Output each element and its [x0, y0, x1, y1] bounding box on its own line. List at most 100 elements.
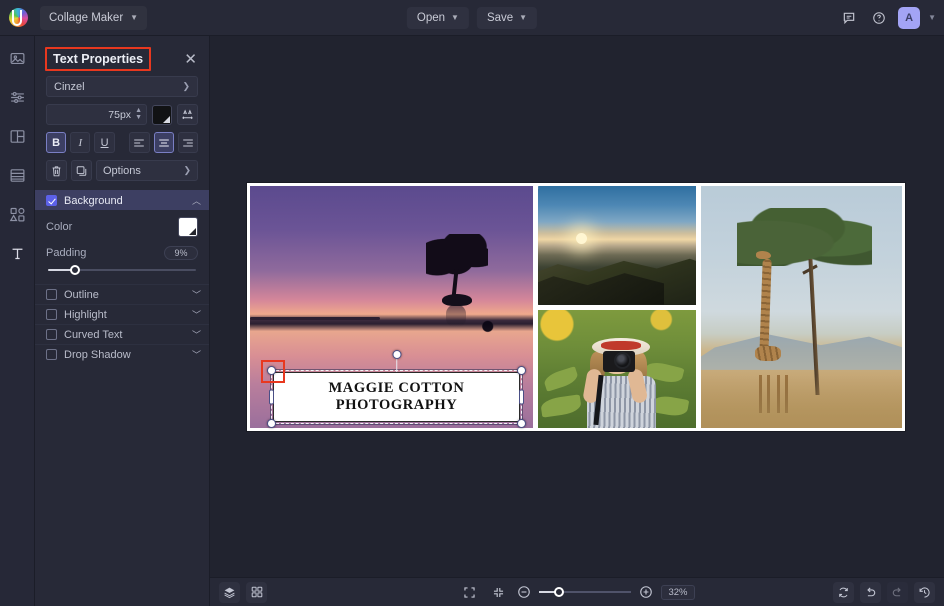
account-chevron-down-icon[interactable]: ▼	[928, 13, 936, 22]
bottom-bar-left	[210, 582, 267, 603]
app-switcher-label: Collage Maker	[49, 12, 123, 24]
align-right-button[interactable]	[178, 132, 198, 153]
collage-column-middle	[538, 186, 696, 428]
page-title: Text Properties	[45, 47, 151, 71]
align-left-button[interactable]	[129, 132, 149, 153]
background-padding-slider[interactable]	[48, 265, 196, 275]
collage-cell-1[interactable]: MAGGIE COTTON PHOTOGRAPHY	[250, 186, 533, 428]
background-color-swatch[interactable]	[178, 217, 198, 237]
top-bar-right: A ▼	[838, 7, 936, 29]
app-switcher[interactable]: Collage Maker ▼	[40, 6, 147, 30]
resize-handle-middle-right[interactable]	[519, 390, 524, 405]
text-object[interactable]: MAGGIE COTTON PHOTOGRAPHY	[273, 372, 520, 422]
options-button[interactable]: Options ❯	[96, 160, 198, 181]
text-style-row: B I U	[46, 132, 198, 153]
chevron-down-icon: ﹀	[192, 288, 201, 301]
trash-icon[interactable]	[46, 160, 67, 181]
left-tool-rail	[0, 36, 35, 606]
sidebar-item-text[interactable]	[3, 239, 31, 267]
undo-icon[interactable]	[860, 582, 881, 603]
sidebar-item-customize[interactable]	[3, 83, 31, 111]
history-icon[interactable]	[914, 582, 935, 603]
underline-button[interactable]: U	[94, 132, 114, 153]
section-highlight-label: Highlight	[64, 309, 185, 321]
chevron-down-icon: ▼	[519, 13, 527, 22]
text-color-swatch[interactable]	[152, 105, 172, 125]
resize-handle-middle-left[interactable]	[269, 390, 274, 405]
chevron-down-icon: ﹀	[192, 348, 201, 361]
bottom-bar: 32%	[210, 577, 944, 606]
collage-cell-4[interactable]	[701, 186, 902, 428]
curved-text-checkbox[interactable]	[46, 329, 57, 340]
resize-handle-top-right[interactable]	[517, 366, 526, 375]
drop-shadow-checkbox[interactable]	[46, 349, 57, 360]
background-padding-label: Padding	[46, 247, 86, 259]
section-curved-text[interactable]: Curved Text ﹀	[35, 324, 209, 344]
photo-photographer-sunflowers[interactable]	[538, 310, 696, 429]
background-color-row: Color	[46, 217, 198, 237]
font-family-select[interactable]: Cinzel ❯	[46, 76, 198, 97]
zoom-out-icon[interactable]	[517, 585, 531, 599]
zoom-slider-knob[interactable]	[554, 587, 564, 597]
canvas-area[interactable]: MAGGIE COTTON PHOTOGRAPHY	[210, 36, 944, 577]
letter-spacing-icon[interactable]	[177, 104, 198, 125]
save-button[interactable]: Save ▼	[477, 7, 537, 29]
photo-giraffe-acacia[interactable]	[701, 186, 902, 428]
chat-bubble-icon[interactable]	[838, 7, 860, 29]
rotate-handle[interactable]	[392, 350, 401, 359]
save-button-label: Save	[487, 12, 513, 24]
zoom-in-icon[interactable]	[639, 585, 653, 599]
avatar-initial: A	[905, 12, 913, 24]
text-properties-panel: Text Properties ✕ Cinzel ❯ 75px ▲ ▼	[35, 36, 210, 606]
options-row: Options ❯	[46, 160, 198, 181]
photo-mountain-sunrise[interactable]	[538, 186, 696, 305]
layers-icon[interactable]	[219, 582, 240, 603]
font-size-stepper[interactable]: ▲ ▼	[135, 108, 142, 121]
close-icon[interactable]: ✕	[184, 52, 197, 67]
collage-board[interactable]: MAGGIE COTTON PHOTOGRAPHY	[247, 183, 905, 431]
avatar[interactable]: A	[898, 7, 920, 29]
bottom-bar-right	[833, 582, 935, 603]
chevron-right-icon: ❯	[182, 81, 190, 92]
highlight-checkbox[interactable]	[46, 309, 57, 320]
panel-header: Text Properties ✕	[35, 42, 209, 76]
section-background[interactable]: Background ︿	[35, 190, 209, 210]
resize-handle-bottom-left[interactable]	[267, 419, 276, 428]
redo-icon[interactable]	[887, 582, 908, 603]
section-drop-shadow[interactable]: Drop Shadow ﹀	[35, 344, 209, 364]
background-checkbox[interactable]	[46, 195, 57, 206]
sidebar-item-graphics[interactable]	[3, 200, 31, 228]
section-curved-text-label: Curved Text	[64, 329, 185, 341]
align-center-button[interactable]	[154, 132, 174, 153]
reset-icon[interactable]	[833, 582, 854, 603]
chevron-down-icon: ▼	[451, 13, 459, 22]
grid-icon[interactable]	[246, 582, 267, 603]
chevron-down-icon: ﹀	[192, 308, 201, 321]
section-highlight[interactable]: Highlight ﹀	[35, 304, 209, 324]
top-bar-actions: Open ▼ Save ▼	[407, 7, 537, 29]
duplicate-icon[interactable]	[71, 160, 92, 181]
stepper-down-icon[interactable]: ▼	[135, 115, 142, 121]
resize-handle-bottom-right[interactable]	[517, 419, 526, 428]
befunky-logo[interactable]	[0, 0, 36, 36]
sidebar-item-image-manager[interactable]	[3, 44, 31, 72]
sidebar-item-layouts[interactable]	[3, 122, 31, 150]
italic-button[interactable]: I	[70, 132, 90, 153]
collapse-arrows-icon[interactable]	[488, 582, 509, 603]
outline-checkbox[interactable]	[46, 289, 57, 300]
background-padding-value[interactable]: 9%	[164, 246, 198, 260]
background-padding-row: Padding 9%	[46, 246, 198, 260]
question-circle-icon[interactable]	[868, 7, 890, 29]
options-label: Options	[103, 165, 141, 177]
section-background-label: Background	[64, 195, 185, 207]
sidebar-item-templates[interactable]	[3, 161, 31, 189]
slider-knob[interactable]	[70, 265, 80, 275]
resize-handle-top-left[interactable]	[267, 366, 276, 375]
bold-button[interactable]: B	[46, 132, 66, 153]
open-button[interactable]: Open ▼	[407, 7, 469, 29]
section-outline[interactable]: Outline ﹀	[35, 284, 209, 304]
font-size-input[interactable]: 75px ▲ ▼	[46, 104, 147, 125]
zoom-slider[interactable]	[539, 586, 631, 598]
fit-to-screen-icon[interactable]	[459, 582, 480, 603]
zoom-level-value[interactable]: 32%	[661, 585, 695, 600]
